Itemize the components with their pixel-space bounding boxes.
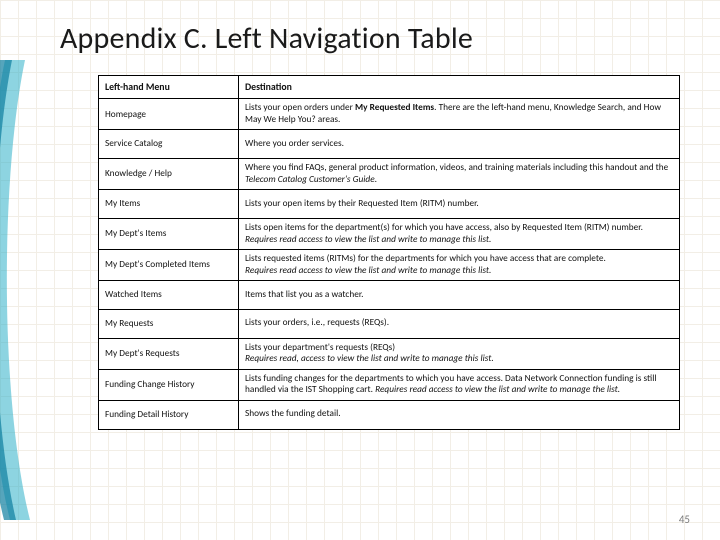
- destination-cell: Lists your open orders under My Requeste…: [239, 99, 680, 130]
- destination-text: Requires read, access to view the list a…: [245, 353, 494, 364]
- destination-text: Lists your open orders under: [245, 102, 355, 113]
- content-area: Appendix C. Left Navigation Table Left-h…: [60, 20, 680, 430]
- table-row: My Dept's Items Lists open items for the …: [99, 218, 680, 249]
- destination-text: Requires read access to view the list an…: [245, 265, 491, 276]
- menu-cell: My Requests: [99, 309, 239, 338]
- menu-cell: Watched Items: [99, 281, 239, 310]
- page-title: Appendix C. Left Navigation Table: [60, 20, 680, 57]
- destination-text: Where you find FAQs, general product inf…: [245, 162, 668, 173]
- destination-text: My Requested Items: [355, 102, 434, 113]
- page-number: 45: [679, 513, 690, 526]
- menu-cell: My Dept's Requests: [99, 338, 239, 369]
- menu-cell: Knowledge / Help: [99, 159, 239, 190]
- table-row: My Dept's RequestsLists your department'…: [99, 338, 680, 369]
- destination-text: Requires read access to view the list an…: [375, 384, 620, 395]
- table-row: HomepageLists your open orders under My …: [99, 99, 680, 130]
- table-row: Funding Detail History Shows the funding …: [99, 400, 680, 429]
- table-row: Funding Change HistoryLists funding chan…: [99, 369, 680, 400]
- menu-cell: Service Catalog: [99, 130, 239, 159]
- table-row: My Items Lists your open items by their R…: [99, 190, 680, 219]
- destination-text: Lists open items for the department(s) f…: [245, 222, 643, 233]
- destination-text: Lists your orders, i.e., requests (REQs)…: [245, 317, 389, 328]
- destination-cell: Lists your orders, i.e., requests (REQs)…: [239, 309, 680, 338]
- destination-cell: Lists requested items (RITMs) for the de…: [239, 250, 680, 281]
- menu-cell: Funding Change History: [99, 369, 239, 400]
- menu-cell: My Dept's Completed Items: [99, 250, 239, 281]
- destination-cell: Shows the funding detail.: [239, 400, 680, 429]
- slide: Appendix C. Left Navigation Table Left-h…: [0, 0, 720, 540]
- destination-cell: Where you find FAQs, general product inf…: [239, 159, 680, 190]
- destination-text: Items that list you as a watcher.: [245, 289, 363, 300]
- menu-cell: My Items: [99, 190, 239, 219]
- table-row: Knowledge / Help Where you find FAQs, gen…: [99, 159, 680, 190]
- table-row: My Dept's Completed Items Lists requested…: [99, 250, 680, 281]
- menu-cell: Funding Detail History: [99, 400, 239, 429]
- nav-table: Left-hand Menu Destination HomepageLists…: [98, 75, 680, 430]
- table-row: My Requests Lists your orders, i.e., requ…: [99, 309, 680, 338]
- destination-text: Lists your open items by their Requested…: [245, 198, 479, 209]
- destination-cell: Lists your department's requests (REQs)R…: [239, 338, 680, 369]
- destination-cell: Lists funding changes for the department…: [239, 369, 680, 400]
- menu-cell: My Dept's Items: [99, 218, 239, 249]
- menu-cell: Homepage: [99, 99, 239, 130]
- destination-cell: Lists open items for the department(s) f…: [239, 218, 680, 249]
- destination-text: Requires read access to view the list an…: [245, 234, 491, 245]
- header-destination: Destination: [239, 76, 680, 99]
- table-header-row: Left-hand Menu Destination: [99, 76, 680, 99]
- destination-cell: Items that list you as a watcher.: [239, 281, 680, 310]
- destination-cell: Lists your open items by their Requested…: [239, 190, 680, 219]
- destination-text: Lists your department's requests (REQs): [245, 342, 395, 353]
- header-left-hand-menu: Left-hand Menu: [99, 76, 239, 99]
- destination-text: Shows the funding detail.: [245, 408, 341, 419]
- nav-table-wrap: Left-hand Menu Destination HomepageLists…: [98, 75, 680, 430]
- destination-text: .: [375, 174, 377, 185]
- destination-cell: Where you order services.: [239, 130, 680, 159]
- destination-text: Lists requested items (RITMs) for the de…: [245, 253, 606, 264]
- table-row: Watched Items Items that list you as a wa…: [99, 281, 680, 310]
- destination-text: Telecom Catalog Customer's Guide: [245, 174, 375, 185]
- destination-text: Where you order services.: [245, 138, 344, 149]
- table-row: Service Catalog Where you order services.: [99, 130, 680, 159]
